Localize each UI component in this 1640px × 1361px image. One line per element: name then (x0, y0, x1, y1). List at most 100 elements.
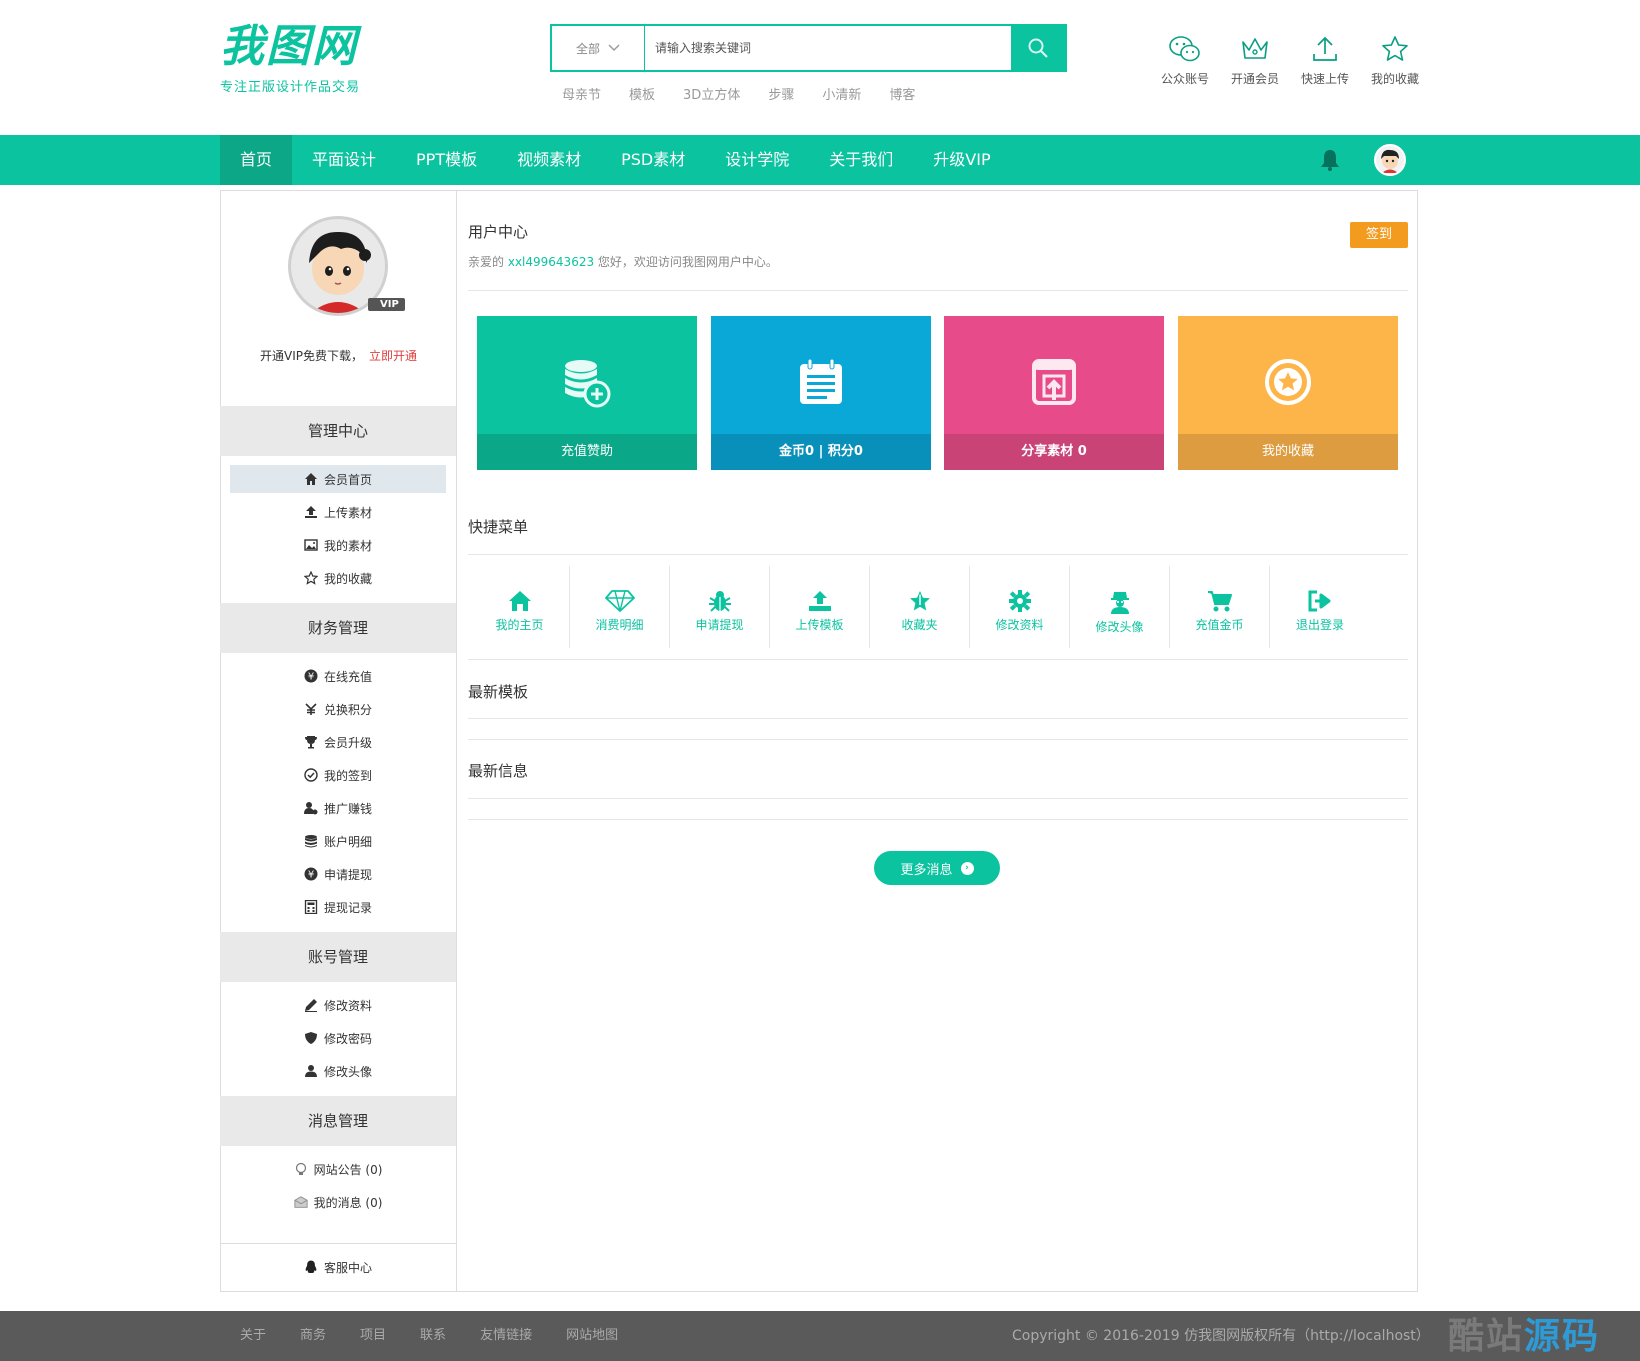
star-icon (909, 591, 930, 611)
sidebar-item-upload[interactable]: 上传素材 (230, 498, 446, 526)
footer-link-contact[interactable]: 联系 (420, 1311, 446, 1361)
quick-edit-profile[interactable]: 修改资料 (970, 566, 1070, 648)
wechat-shortcut[interactable]: 公众账号 (1150, 34, 1220, 87)
search-input[interactable] (645, 26, 1011, 70)
quick-withdraw[interactable]: 申请提现 (670, 566, 770, 648)
qq-penguin-icon (304, 1260, 318, 1274)
star-circle-icon (1265, 359, 1311, 405)
sidebar-item-label: 提现记录 (323, 900, 372, 915)
quick-label: 申请提现 (695, 618, 744, 632)
sidebar-item-member-home[interactable]: 会员首页 (230, 465, 446, 493)
vip-promo: 开通VIP免费下载， 立即开通 (220, 347, 457, 364)
sidebar-item-my-checkin[interactable]: 我的签到 (230, 761, 446, 789)
favorites-shortcut[interactable]: 我的收藏 (1360, 34, 1430, 87)
quick-logout[interactable]: 退出登录 (1270, 566, 1370, 648)
sidebar-item-withdraw[interactable]: ¥ 申请提现 (230, 860, 446, 888)
sidebar-item-recharge[interactable]: ¥ 在线充值 (230, 662, 446, 690)
quick-my-homepage[interactable]: 我的主页 (470, 566, 570, 648)
hot-keyword[interactable]: 博客 (889, 84, 915, 103)
exchange-icon (304, 702, 318, 716)
calculator-icon (304, 900, 318, 914)
sidebar-item-withdraw-records[interactable]: 提现记录 (230, 893, 446, 921)
quick-label: 我的主页 (495, 618, 544, 632)
nav-item-home[interactable]: 首页 (220, 135, 293, 185)
page-title: 用户中心 (468, 223, 529, 241)
search-button[interactable] (1011, 26, 1065, 70)
hot-keyword[interactable]: 小清新 (822, 84, 861, 103)
upload-shortcut[interactable]: 快速上传 (1290, 34, 1360, 87)
search-icon (1028, 38, 1048, 58)
sidebar-section-account: 账号管理 (220, 932, 456, 982)
quick-expense-details[interactable]: 消费明细 (570, 566, 670, 648)
search-category-select[interactable]: 全部 (552, 26, 645, 70)
nav-item-graphic-design[interactable]: 平面设计 (292, 135, 396, 185)
checkin-button[interactable]: 签到 (1350, 222, 1408, 248)
sidebar-item-label: 上传素材 (323, 505, 372, 520)
sidebar-item-my-messages[interactable]: 我的消息 (0) (230, 1188, 446, 1216)
watermark-part-a: 酷站 (1448, 1316, 1525, 1357)
spy-icon (1110, 592, 1129, 614)
hot-keyword[interactable]: 母亲节 (562, 84, 601, 103)
sidebar-item-customer-service[interactable]: 客服中心 (230, 1253, 446, 1281)
site-logo[interactable]: 我图网 专注正版设计作品交易 (220, 22, 360, 96)
sidebar-item-promotion[interactable]: 推广赚钱 (230, 794, 446, 822)
user-avatar[interactable] (1374, 144, 1406, 176)
bug-icon (708, 591, 731, 612)
hot-keyword[interactable]: 3D立方体 (683, 84, 740, 103)
divider (468, 659, 1408, 660)
sidebar-item-label: 申请提现 (323, 867, 372, 882)
quick-change-avatar[interactable]: 修改头像 (1070, 566, 1170, 648)
user-sidebar: VIP 开通VIP免费下载， 立即开通 管理中心 会员首页 上传素材 我的素材 我… (220, 190, 457, 1292)
nav-item-ppt[interactable]: PPT模板 (396, 135, 497, 185)
section-title-latest-news: 最新信息 (468, 762, 529, 780)
footer-link-sitemap[interactable]: 网站地图 (566, 1311, 618, 1361)
sidebar-item-change-avatar[interactable]: 修改头像 (230, 1057, 446, 1085)
divider (468, 739, 1408, 740)
user-icon (304, 1064, 318, 1078)
sidebar-item-my-materials[interactable]: 我的素材 (230, 531, 446, 559)
sidebar-item-change-password[interactable]: 修改密码 (230, 1024, 446, 1052)
upload-icon (808, 591, 831, 611)
calendar-list-icon (800, 358, 842, 404)
sidebar-item-edit-profile[interactable]: 修改资料 (230, 991, 446, 1019)
footer-link-business[interactable]: 商务 (300, 1311, 326, 1361)
footer-link-friend-links[interactable]: 友情链接 (480, 1311, 532, 1361)
quick-favorites[interactable]: 收藏夹 (870, 566, 970, 648)
vip-shortcut[interactable]: 开通会员 (1220, 34, 1290, 87)
bell-icon[interactable] (1318, 148, 1342, 172)
sidebar-item-my-favorites[interactable]: 我的收藏 (230, 564, 446, 592)
card-share-materials[interactable]: 分享素材 0 (944, 316, 1164, 470)
svg-text:¥: ¥ (308, 870, 314, 881)
nav-item-psd[interactable]: PSD素材 (601, 135, 705, 185)
nav-item-about[interactable]: 关于我们 (809, 135, 913, 185)
username[interactable]: xxl499643623 (508, 255, 594, 269)
footer-link-projects[interactable]: 项目 (360, 1311, 386, 1361)
card-my-favorites[interactable]: 我的收藏 (1178, 316, 1398, 470)
hot-keyword[interactable]: 步骤 (768, 84, 794, 103)
upload-icon (304, 506, 317, 518)
footer-link-about[interactable]: 关于 (240, 1311, 266, 1361)
vip-open-link[interactable]: 立即开通 (369, 349, 417, 363)
nav-item-upgrade-vip[interactable]: 升级VIP (913, 135, 1010, 185)
card-recharge[interactable]: 充值赞助 (477, 316, 697, 470)
more-messages-button[interactable]: 更多消息 › (874, 851, 1000, 885)
divider (468, 798, 1408, 799)
card-coins-points[interactable]: 金币0 | 积分0 (711, 316, 931, 470)
nav-item-video[interactable]: 视频素材 (497, 135, 601, 185)
sidebar-item-exchange-points[interactable]: 兑换积分 (230, 695, 446, 723)
cart-icon (1207, 591, 1232, 612)
sidebar-section-finance: 财务管理 (220, 603, 456, 653)
hot-keyword[interactable]: 模板 (629, 84, 655, 103)
quick-upload-template[interactable]: 上传模板 (770, 566, 870, 648)
sidebar-item-announcements[interactable]: 网站公告 (0) (230, 1155, 446, 1183)
quick-label: 修改头像 (1095, 620, 1144, 634)
yen-circle-icon: ¥ (304, 867, 318, 881)
header-shortcuts: 公众账号 开通会员 快速上传 我的收藏 (1150, 34, 1430, 87)
nav-item-academy[interactable]: 设计学院 (705, 135, 809, 185)
sidebar-item-label: 我的素材 (323, 538, 372, 553)
sidebar-item-member-upgrade[interactable]: 会员升级 (230, 728, 446, 756)
sidebar-item-account-details[interactable]: 账户明细 (230, 827, 446, 855)
upload-icon (1313, 36, 1337, 61)
favorites-label: 我的收藏 (1370, 72, 1419, 86)
quick-recharge-coins[interactable]: 充值金币 (1170, 566, 1270, 648)
